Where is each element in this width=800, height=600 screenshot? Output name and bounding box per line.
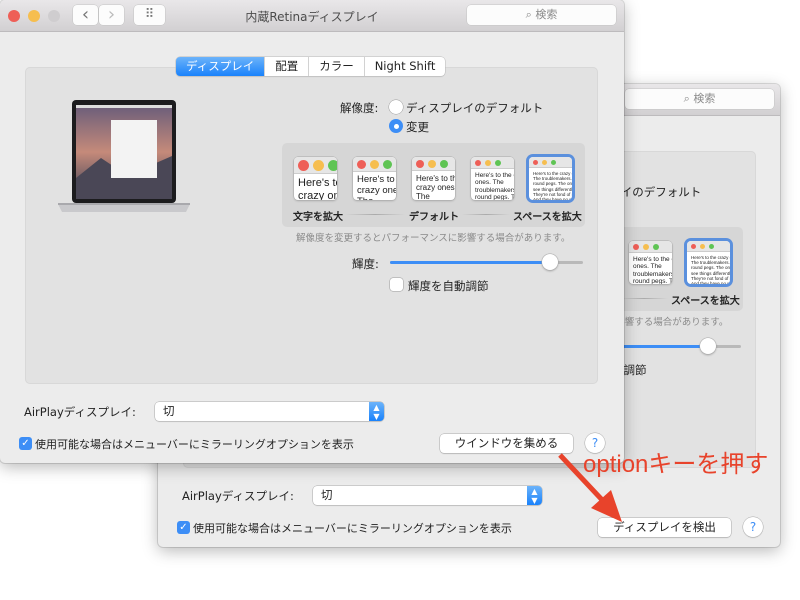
red-arrow-annotation	[558, 453, 622, 522]
option-key-annotation: optionキーを押す	[583, 451, 769, 478]
